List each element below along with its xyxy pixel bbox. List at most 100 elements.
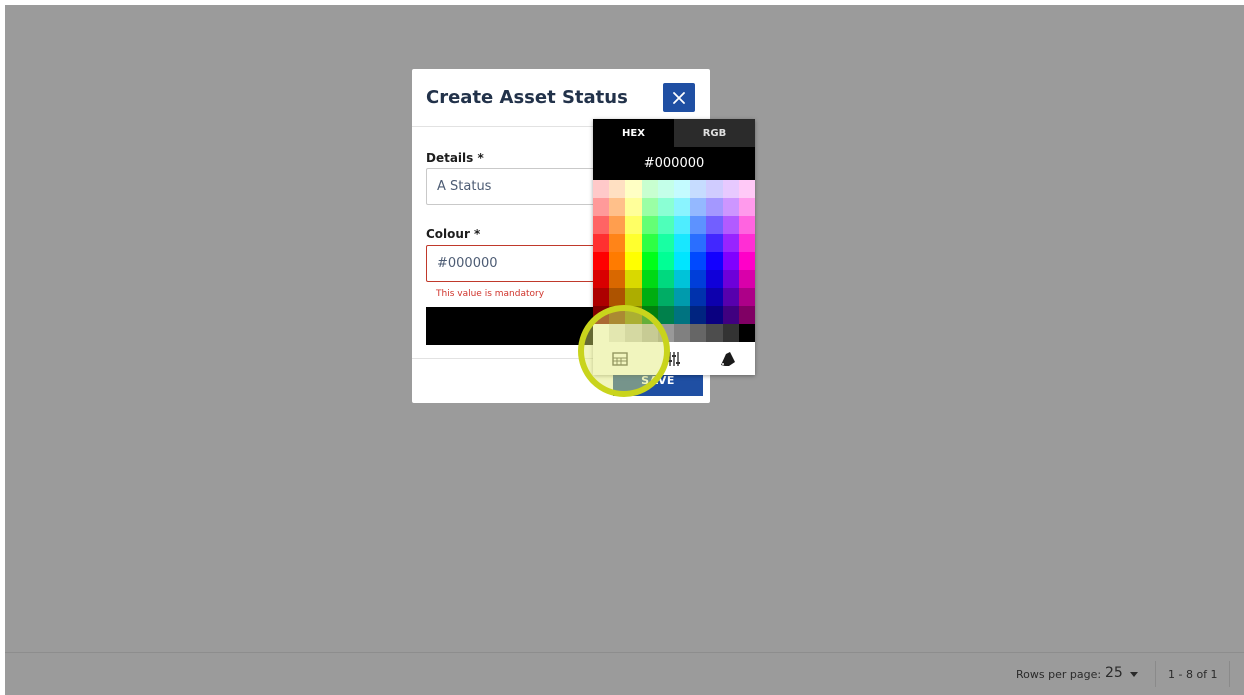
color-swatch[interactable] <box>625 270 642 288</box>
color-swatch[interactable] <box>674 252 691 270</box>
color-swatch[interactable] <box>690 288 707 306</box>
color-swatch[interactable] <box>657 252 674 270</box>
color-swatch[interactable] <box>609 270 626 288</box>
color-swatch[interactable] <box>690 270 707 288</box>
color-swatch[interactable] <box>706 252 723 270</box>
color-swatch[interactable] <box>674 180 691 198</box>
color-swatch[interactable] <box>690 216 707 234</box>
dialog-title: Create Asset Status <box>426 87 628 108</box>
colour-error-message: This value is mandatory <box>436 289 545 299</box>
color-swatch[interactable] <box>657 216 674 234</box>
color-swatch[interactable] <box>722 234 739 252</box>
color-swatch[interactable] <box>593 180 610 198</box>
color-swatch[interactable] <box>593 216 610 234</box>
color-swatch[interactable] <box>738 288 755 306</box>
color-swatch[interactable] <box>722 198 739 216</box>
chevron-down-icon[interactable] <box>1130 672 1138 677</box>
color-swatch[interactable] <box>641 198 658 216</box>
color-swatch[interactable] <box>722 216 739 234</box>
color-swatch[interactable] <box>593 234 610 252</box>
color-swatch[interactable] <box>641 216 658 234</box>
color-swatch[interactable] <box>593 270 610 288</box>
color-swatch[interactable] <box>674 306 691 324</box>
color-swatch[interactable] <box>706 198 723 216</box>
color-swatch[interactable] <box>674 270 691 288</box>
color-swatch[interactable] <box>706 288 723 306</box>
color-swatch[interactable] <box>722 288 739 306</box>
color-swatch[interactable] <box>738 180 755 198</box>
rows-per-page-select[interactable]: 25 <box>1105 665 1123 681</box>
color-swatch[interactable] <box>674 288 691 306</box>
color-swatch[interactable] <box>657 234 674 252</box>
color-swatch[interactable] <box>690 198 707 216</box>
color-swatch[interactable] <box>657 288 674 306</box>
color-swatch[interactable] <box>690 252 707 270</box>
divider <box>1229 661 1230 687</box>
color-swatch[interactable] <box>706 180 723 198</box>
color-swatch[interactable] <box>722 324 739 342</box>
color-swatch[interactable] <box>690 180 707 198</box>
color-swatch[interactable] <box>690 324 707 342</box>
color-swatch[interactable] <box>674 324 691 342</box>
color-swatch[interactable] <box>738 324 755 342</box>
details-label: Details * <box>426 151 484 165</box>
color-swatch[interactable] <box>641 288 658 306</box>
color-swatch[interactable] <box>706 270 723 288</box>
color-swatch[interactable] <box>738 306 755 324</box>
color-swatch[interactable] <box>641 180 658 198</box>
color-swatch[interactable] <box>722 306 739 324</box>
color-swatch[interactable] <box>625 288 642 306</box>
palette-mode-button[interactable] <box>701 342 755 375</box>
close-button[interactable] <box>663 83 695 112</box>
color-swatch[interactable] <box>593 198 610 216</box>
color-swatch[interactable] <box>609 216 626 234</box>
color-swatch[interactable] <box>657 306 674 324</box>
color-swatch[interactable] <box>738 234 755 252</box>
color-swatch[interactable] <box>641 252 658 270</box>
color-swatch[interactable] <box>625 234 642 252</box>
color-swatch[interactable] <box>722 252 739 270</box>
color-swatch[interactable] <box>690 234 707 252</box>
divider <box>1155 661 1156 687</box>
color-swatch[interactable] <box>609 234 626 252</box>
color-swatch[interactable] <box>641 270 658 288</box>
palette-icon <box>721 351 735 366</box>
color-swatch[interactable] <box>641 234 658 252</box>
color-swatch[interactable] <box>722 180 739 198</box>
color-swatch[interactable] <box>625 252 642 270</box>
color-swatch[interactable] <box>722 270 739 288</box>
color-swatch[interactable] <box>657 180 674 198</box>
click-highlight-marker <box>578 305 670 397</box>
color-swatch[interactable] <box>706 306 723 324</box>
color-swatch[interactable] <box>593 252 610 270</box>
color-swatch[interactable] <box>609 288 626 306</box>
color-swatch[interactable] <box>674 198 691 216</box>
color-swatch[interactable] <box>738 252 755 270</box>
color-swatch[interactable] <box>609 198 626 216</box>
colour-label: Colour * <box>426 227 481 241</box>
rows-per-page-label: Rows per page: <box>1016 668 1102 681</box>
color-swatch[interactable] <box>706 234 723 252</box>
color-swatch[interactable] <box>657 198 674 216</box>
tab-hex[interactable]: HEX <box>593 119 674 147</box>
color-swatch[interactable] <box>609 180 626 198</box>
color-swatch[interactable] <box>625 216 642 234</box>
color-swatch[interactable] <box>625 198 642 216</box>
color-swatch[interactable] <box>706 324 723 342</box>
color-swatch[interactable] <box>738 270 755 288</box>
color-swatch[interactable] <box>690 306 707 324</box>
color-swatch[interactable] <box>674 234 691 252</box>
color-swatch[interactable] <box>738 216 755 234</box>
color-swatch[interactable] <box>706 216 723 234</box>
color-swatch[interactable] <box>593 288 610 306</box>
color-swatch[interactable] <box>609 252 626 270</box>
table-pagination-footer: Rows per page: 25 1 - 8 of 1 <box>5 652 1244 695</box>
color-format-tabs: HEX RGB <box>593 119 755 147</box>
tab-rgb[interactable]: RGB <box>674 119 755 147</box>
hex-value-input[interactable]: #000000 <box>593 147 755 180</box>
color-swatch[interactable] <box>657 270 674 288</box>
color-swatch[interactable] <box>738 198 755 216</box>
color-swatch[interactable] <box>674 216 691 234</box>
close-icon <box>673 91 685 104</box>
color-swatch[interactable] <box>625 180 642 198</box>
